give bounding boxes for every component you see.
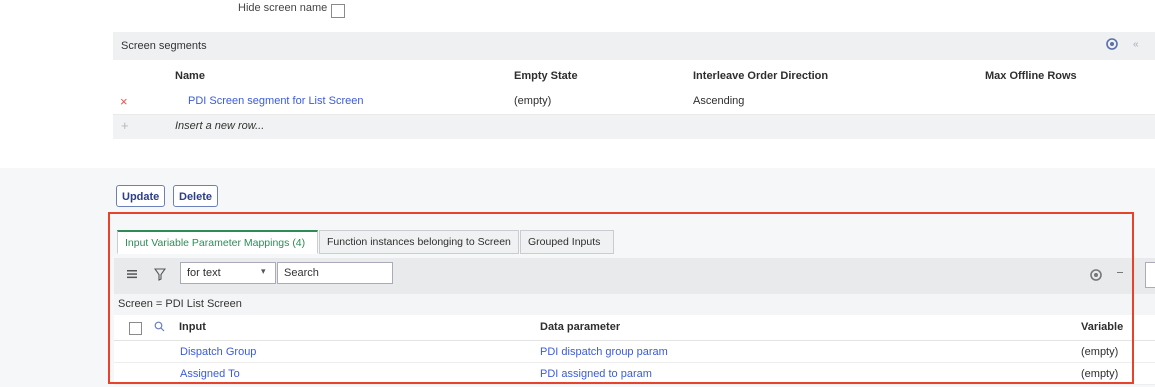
segment-empty-state: (empty) <box>514 95 552 107</box>
hide-screen-name-label: Hide screen name <box>238 2 328 14</box>
insert-row: + Insert a new row... <box>113 115 1155 139</box>
screen-segments-column-header: Name Empty State Interleave Order Direct… <box>113 62 1155 91</box>
column-interleave-order-direction[interactable]: Interleave Order Direction <box>693 70 828 82</box>
actions-select-cropped[interactable] <box>1145 262 1155 288</box>
segment-direction: Ascending <box>693 95 745 107</box>
screen-segments-title: Screen segments <box>121 40 207 52</box>
collapse-icon[interactable]: « <box>1133 39 1139 50</box>
segment-name-link[interactable]: PDI Screen segment for List Screen <box>188 95 363 107</box>
gear-icon[interactable] <box>1105 37 1119 54</box>
delete-button[interactable]: Delete <box>173 185 219 207</box>
column-empty-state[interactable]: Empty State <box>514 70 578 82</box>
column-max-offline-rows[interactable]: Max Offline Rows <box>985 70 1077 82</box>
screen-segments-header: Screen segments « <box>113 32 1155 60</box>
table-row: × PDI Screen segment for List Screen (em… <box>113 90 1155 115</box>
column-name[interactable]: Name <box>175 70 205 82</box>
plus-icon[interactable]: + <box>121 118 129 133</box>
delete-row-icon[interactable]: × <box>120 94 128 109</box>
update-button[interactable]: Update <box>116 185 166 207</box>
insert-new-row-link[interactable]: Insert a new row... <box>175 120 264 132</box>
hide-screen-name-checkbox[interactable] <box>331 4 345 18</box>
highlight-frame <box>108 212 1134 384</box>
